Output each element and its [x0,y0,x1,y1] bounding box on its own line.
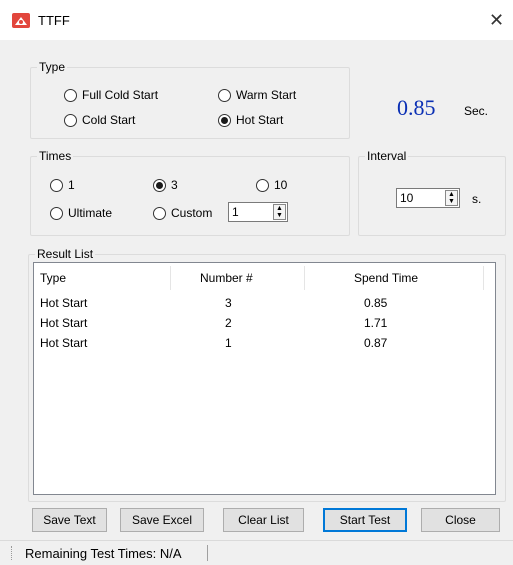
interval-unit: s. [472,192,482,206]
times-group: Times [30,149,350,236]
column-divider [304,266,305,290]
result-list[interactable]: Type Number # Spend Time Hot Start 3 0.8… [33,262,496,495]
radio-circle [218,88,231,102]
interval-spinner[interactable]: ▲ ▼ [445,190,458,206]
column-divider [170,266,171,290]
column-divider [483,266,484,290]
radio-circle-selected [153,178,166,192]
radio-circle [50,178,63,192]
save-text-button[interactable]: Save Text [32,508,107,532]
spin-up-icon[interactable]: ▲ [448,191,455,198]
radio-label: 3 [171,178,178,192]
ttff-app-icon [12,13,30,28]
close-button[interactable]: Close [421,508,500,532]
spin-down-icon[interactable]: ▼ [276,212,283,219]
cell-number: 1 [225,336,232,350]
cell-spend-time: 0.85 [364,296,388,310]
radio-circle [64,113,77,127]
radio-warm-start[interactable]: Warm Start [218,87,296,103]
radio-hot-start[interactable]: Hot Start [218,112,283,128]
type-group: Type [30,60,350,139]
radio-times-ultimate[interactable]: Ultimate [50,205,112,221]
type-group-label: Type [37,60,68,74]
radio-cold-start[interactable]: Cold Start [64,112,135,128]
cell-type: Hot Start [40,336,88,350]
radio-label: Custom [171,206,213,220]
column-header-spend-time[interactable]: Spend Time [354,271,418,287]
radio-full-cold-start[interactable]: Full Cold Start [64,87,158,103]
interval-value: 10 [400,191,414,205]
column-header-number[interactable]: Number # [200,271,253,287]
cell-spend-time: 1.71 [364,316,388,330]
ttff-result-value: 0.85 [397,95,436,120]
column-header-type[interactable]: Type [40,271,66,287]
radio-times-3[interactable]: 3 [153,177,178,193]
ttff-window: TTFF ✕ Type Full Cold Start Warm Start C… [0,0,513,565]
custom-times-value: 1 [232,205,239,219]
radio-circle [50,206,63,220]
cell-number: 3 [225,296,232,310]
custom-times-spinner[interactable]: ▲ ▼ [273,204,286,220]
radio-circle [256,178,269,192]
times-group-label: Times [37,149,74,163]
radio-label: Full Cold Start [82,88,159,102]
spin-down-icon[interactable]: ▼ [448,198,455,205]
cell-spend-time: 0.87 [364,336,388,350]
radio-times-10[interactable]: 10 [256,177,287,193]
start-test-button[interactable]: Start Test [323,508,407,532]
title-bar: TTFF ✕ [0,0,513,40]
result-list-label: Result List [35,247,96,261]
close-icon[interactable]: ✕ [489,10,504,31]
save-excel-button[interactable]: Save Excel [120,508,204,532]
remaining-test-times: Remaining Test Times: N/A [25,546,182,561]
interval-input[interactable]: 10 ▲ ▼ [396,188,460,208]
cell-number: 2 [225,316,232,330]
radio-label: Hot Start [236,113,284,127]
interval-group-label: Interval [365,149,409,163]
status-grip-icon [11,546,14,560]
ttff-result-unit: Sec. [464,104,489,118]
radio-times-custom[interactable]: Custom [153,205,212,221]
radio-circle [153,206,166,220]
clear-list-button[interactable]: Clear List [223,508,304,532]
status-separator [207,545,208,561]
radio-times-1[interactable]: 1 [50,177,75,193]
spin-up-icon[interactable]: ▲ [276,205,283,212]
radio-label: Cold Start [82,113,136,127]
radio-label: 10 [274,178,288,192]
cell-type: Hot Start [40,296,88,310]
status-bar: Remaining Test Times: N/A [0,540,513,565]
radio-label: Warm Start [236,88,297,102]
radio-label: 1 [68,178,75,192]
custom-times-input[interactable]: 1 ▲ ▼ [228,202,288,222]
window-title: TTFF [38,13,70,28]
cell-type: Hot Start [40,316,88,330]
radio-circle-selected [218,113,231,127]
radio-label: Ultimate [68,206,113,220]
radio-circle [64,88,77,102]
